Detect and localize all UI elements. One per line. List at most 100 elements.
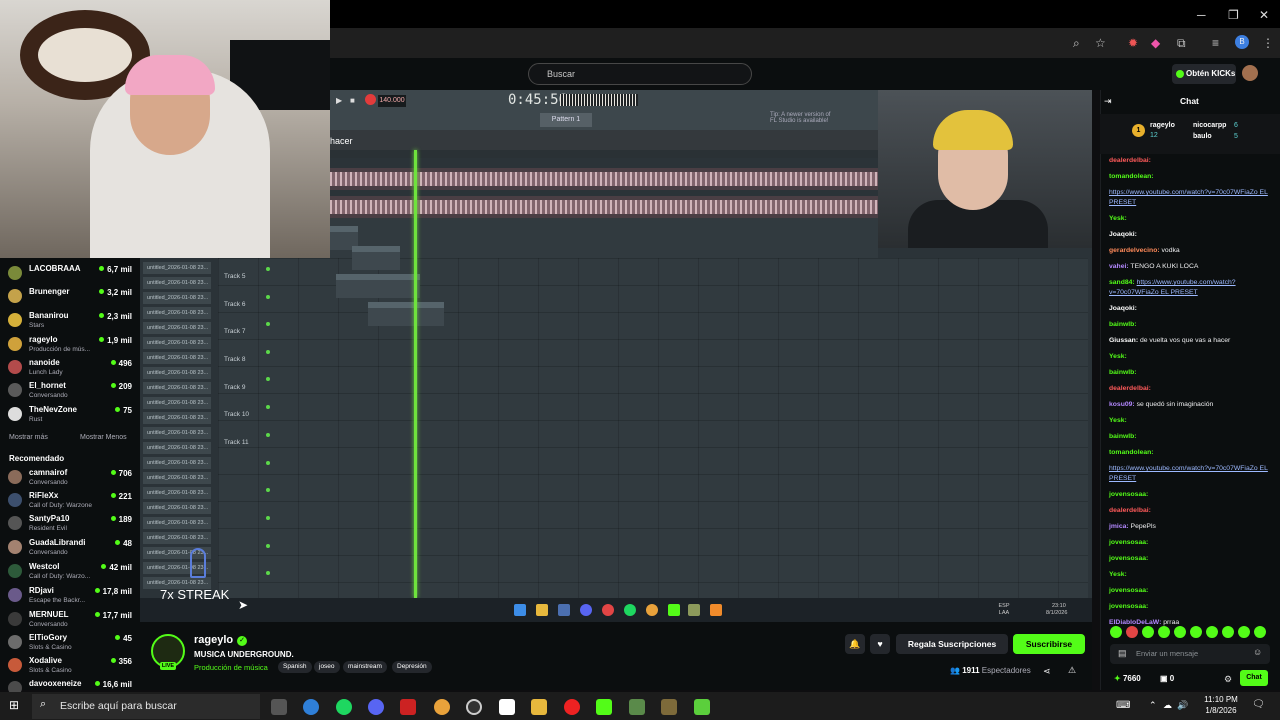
sidebar-item[interactable]: Westcol Call of Duty: Warzo... 42 mil	[8, 562, 132, 584]
chat-username[interactable]: jovensosaa:	[1109, 491, 1148, 498]
chat-username[interactable]: dealerdelbai:	[1109, 157, 1151, 164]
minimize-button[interactable]: ─	[1197, 8, 1206, 22]
opera-icon[interactable]	[564, 699, 580, 715]
tray-chevron-icon[interactable]: ⌃	[1149, 700, 1157, 711]
emote-icon[interactable]	[1206, 626, 1218, 638]
gift-subs-button[interactable]: Regala Suscripciones	[896, 634, 1008, 654]
sidebar-item[interactable]: Xodalive Slots & Casino 356	[8, 656, 132, 678]
chat-settings-icon[interactable]: ▤	[1118, 648, 1127, 659]
report-icon[interactable]: ⚠	[1068, 665, 1076, 676]
taskbar-clock[interactable]: 11:10 PM 1/8/2026	[1200, 694, 1242, 716]
chat-username[interactable]: Yesk:	[1109, 417, 1127, 424]
emote-icon[interactable]	[1190, 626, 1202, 638]
heart-icon[interactable]: ♥	[870, 634, 890, 654]
emoji-icon[interactable]: ☺	[1253, 647, 1262, 657]
notification-icon[interactable]: 🗨	[1252, 699, 1265, 710]
obs-icon[interactable]	[466, 699, 482, 715]
sidebar-item[interactable]: RiFleXx Call of Duty: Warzone 221	[8, 491, 132, 513]
chat-username[interactable]: gerardelvecino:	[1109, 247, 1160, 254]
app-icon[interactable]	[400, 699, 416, 715]
chat-username[interactable]: Yesk:	[1109, 353, 1127, 360]
subscribe-button[interactable]: Suscribirse	[1013, 634, 1085, 654]
emote-icon[interactable]	[1126, 626, 1138, 638]
sidebar-item[interactable]: El_hornet Conversando 209	[8, 381, 132, 403]
channel-points[interactable]: ✦ 7660	[1114, 674, 1141, 683]
zoom-icon[interactable]: ⌕	[1073, 36, 1080, 51]
taskbar-search[interactable]: Escribe aquí para buscar	[32, 694, 260, 719]
app-icon[interactable]	[499, 699, 515, 715]
chat-username[interactable]: tomandolean:	[1109, 449, 1154, 456]
sidebar-item[interactable]: MERNUEL Conversando 17,7 mil	[8, 610, 132, 632]
emote-icon[interactable]	[1110, 626, 1122, 638]
folder-icon[interactable]	[531, 699, 547, 715]
chat-link[interactable]: https://www.youtube.com/watch?v=70c07WFi…	[1109, 465, 1268, 482]
emote-icon[interactable]	[1142, 626, 1154, 638]
stream-tag[interactable]: mainstream	[343, 661, 387, 673]
chat-username[interactable]: jovensosaa:	[1109, 603, 1148, 610]
emote-icon[interactable]	[1158, 626, 1170, 638]
get-kicks-button[interactable]: Obtén KICKs	[1172, 64, 1236, 84]
chat-username[interactable]: bainwlb:	[1109, 369, 1137, 376]
sidebar-item[interactable]: GuadaLibrandi Conversando 48	[8, 538, 132, 560]
streamer-name[interactable]: rageylo	[194, 634, 233, 646]
chat-username[interactable]: Joaqoki:	[1109, 231, 1137, 238]
chat-username[interactable]: ElDiabloDeLaW:	[1109, 619, 1161, 626]
sidebar-item[interactable]: nanoide Lunch Lady 496	[8, 358, 132, 380]
chat-username[interactable]: jmica:	[1109, 523, 1129, 530]
chat-username[interactable]: jovensosaa:	[1109, 539, 1148, 546]
chrome-icon[interactable]	[434, 699, 450, 715]
emote-icon[interactable]	[1254, 626, 1266, 638]
minecraft-icon[interactable]	[629, 699, 645, 715]
chat-username[interactable]: vahei:	[1109, 263, 1129, 270]
extensions-puzzle-icon[interactable]: ⧉	[1177, 36, 1186, 51]
kick-icon[interactable]	[596, 699, 612, 715]
spotify-icon[interactable]	[336, 699, 352, 715]
task-view-icon[interactable]	[271, 699, 287, 715]
search-input[interactable]: Buscar	[528, 63, 752, 85]
volume-icon[interactable]: 🔊	[1177, 700, 1188, 711]
minecraft-icon[interactable]	[661, 699, 677, 715]
keyboard-icon[interactable]: ⌨	[1116, 700, 1130, 711]
chat-link[interactable]: https://www.youtube.com/watch?v=70c07WFi…	[1109, 189, 1268, 206]
sidebar-item[interactable]: Bananirou Stars 2,3 mil	[8, 311, 132, 333]
show-less-link[interactable]: Mostrar Menos	[80, 434, 127, 441]
stream-category[interactable]: Producción de música	[194, 663, 268, 672]
chat-username[interactable]: dealerdelbai:	[1109, 385, 1151, 392]
emote-icon[interactable]	[1238, 626, 1250, 638]
edge-icon[interactable]	[303, 699, 319, 715]
sidebar-item[interactable]: LACOBRAAA 6,7 mil	[8, 264, 132, 286]
maximize-button[interactable]: ❐	[1228, 8, 1239, 22]
bell-icon[interactable]: 🔔	[845, 634, 865, 654]
chat-input[interactable]: Enviar un mensaje	[1110, 644, 1270, 664]
chat-username[interactable]: Joaqoki:	[1109, 305, 1137, 312]
chat-username[interactable]: dealerdelbai:	[1109, 507, 1151, 514]
chat-username[interactable]: Yesk:	[1109, 571, 1127, 578]
windows-start-icon[interactable]: ⊞	[9, 698, 19, 712]
emote-icon[interactable]	[1222, 626, 1234, 638]
stream-tag[interactable]: Spanish	[278, 661, 312, 673]
discord-icon[interactable]	[368, 699, 384, 715]
playlist-icon[interactable]: ≡	[1212, 36, 1219, 50]
sidebar-item[interactable]: Brunenger 3,2 mil	[8, 287, 132, 309]
network-icon[interactable]: ☁	[1163, 700, 1172, 711]
sidebar-item[interactable]: rageylo Producción de mús... 1,9 mil	[8, 335, 132, 357]
extension-icon[interactable]: ◆	[1151, 36, 1160, 50]
chat-username[interactable]: sand84:	[1109, 279, 1135, 286]
menu-kebab-icon[interactable]: ⋮	[1262, 36, 1274, 50]
chat-username[interactable]: Yesk:	[1109, 215, 1127, 222]
sidebar-item[interactable]: camnairof Conversando 706	[8, 468, 132, 490]
profile-avatar[interactable]: B	[1235, 35, 1249, 49]
chat-send-button[interactable]: Chat	[1240, 670, 1268, 686]
user-avatar[interactable]	[1242, 65, 1258, 81]
sidebar-item[interactable]: TheNevZone Rust 75	[8, 405, 132, 427]
app-icon[interactable]	[694, 699, 710, 715]
sidebar-item[interactable]: RDjavi Escape the Backr... 17,8 mil	[8, 586, 132, 608]
chat-username[interactable]: kosu09:	[1109, 401, 1135, 408]
chat-username[interactable]: bainwlb:	[1109, 321, 1137, 328]
share-icon[interactable]: ⋖	[1043, 666, 1051, 677]
bookmark-star-icon[interactable]: ☆	[1095, 36, 1106, 50]
chat-username[interactable]: tomandolean:	[1109, 173, 1154, 180]
sidebar-item[interactable]: ElTioGory Slots & Casino 45	[8, 633, 132, 655]
show-more-link[interactable]: Mostrar más	[9, 434, 48, 441]
stream-tag[interactable]: Depresión	[392, 661, 432, 673]
